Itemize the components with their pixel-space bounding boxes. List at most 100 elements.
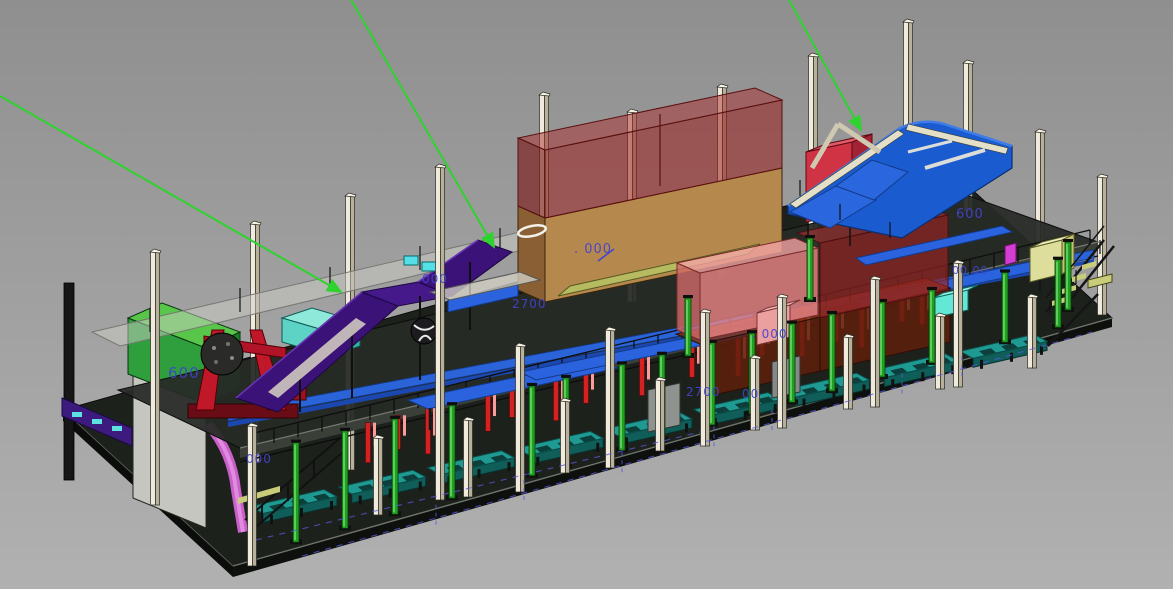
support-column bbox=[469, 420, 473, 497]
conveyor-leg bbox=[389, 489, 392, 498]
conveyor-leg bbox=[536, 457, 539, 466]
conveyor-leg bbox=[270, 515, 273, 524]
dimension-label: 600 bbox=[168, 364, 200, 382]
red-pipe bbox=[366, 423, 371, 463]
red-pipe bbox=[510, 387, 515, 417]
green-pipe bbox=[293, 443, 299, 543]
conveyor-leg bbox=[478, 469, 481, 478]
support-column bbox=[566, 401, 570, 473]
support-column bbox=[561, 401, 566, 473]
support-column bbox=[661, 380, 665, 451]
corner-black-column bbox=[64, 283, 74, 480]
dimension-label: 00 00 bbox=[952, 264, 989, 277]
red-pipe bbox=[640, 356, 645, 396]
conveyor-leg bbox=[419, 482, 422, 491]
pipe-flange bbox=[340, 428, 350, 431]
pipe-flange bbox=[617, 361, 627, 364]
pipe-flange bbox=[657, 352, 667, 355]
conveyor-leg bbox=[891, 379, 894, 388]
support-column bbox=[778, 297, 783, 428]
green-pipe bbox=[1055, 260, 1061, 328]
green-pipe bbox=[392, 419, 398, 515]
conveyor-leg bbox=[980, 360, 983, 369]
conveyor-leg bbox=[774, 404, 777, 413]
pipe-flange bbox=[291, 440, 301, 443]
dimension-label: 00 bbox=[742, 387, 759, 401]
conveyor-leg bbox=[359, 496, 362, 505]
support-column bbox=[436, 167, 441, 500]
green-pipe bbox=[709, 343, 715, 425]
conveyor-leg bbox=[685, 423, 688, 432]
support-column bbox=[876, 279, 880, 407]
pipe-flange bbox=[827, 311, 837, 314]
conveyor-leg bbox=[596, 443, 599, 452]
support-column bbox=[936, 316, 941, 389]
dimension-label: 2700 bbox=[686, 385, 721, 399]
conveyor-leg bbox=[508, 462, 511, 471]
support-column bbox=[941, 316, 945, 389]
green-pipe bbox=[619, 364, 625, 450]
green-pipe bbox=[1002, 272, 1008, 342]
green-pipe bbox=[685, 298, 691, 356]
plant-model-scene[interactable]: 600000. 0002700270000. 00060000 00000 bbox=[0, 0, 1173, 589]
conveyor-leg bbox=[921, 372, 924, 381]
conveyor-leg bbox=[863, 385, 866, 394]
green-pipe bbox=[789, 324, 795, 403]
dimension-label: 2700 bbox=[512, 297, 547, 311]
pipe-flange bbox=[683, 295, 693, 298]
conveyor-leg bbox=[1040, 346, 1043, 355]
conveyor-leg bbox=[1010, 353, 1013, 362]
pipe-flange bbox=[390, 416, 400, 419]
support-column bbox=[656, 380, 661, 451]
support-column bbox=[516, 346, 521, 492]
support-column bbox=[706, 312, 710, 446]
red-pipe-highlight bbox=[403, 415, 406, 435]
dimension-label: 000 bbox=[422, 272, 448, 286]
red-pipe bbox=[554, 377, 559, 421]
magenta-panel bbox=[1005, 243, 1016, 265]
pipe-flange bbox=[1000, 269, 1010, 272]
green-pipe bbox=[449, 405, 455, 498]
support-column bbox=[156, 252, 160, 505]
dimension-label: 000 bbox=[246, 452, 272, 466]
support-column bbox=[253, 426, 257, 566]
pipe-flange bbox=[787, 321, 797, 324]
conveyor-leg bbox=[625, 437, 628, 446]
green-pipe bbox=[879, 302, 885, 377]
dimension-label: . 000 bbox=[752, 327, 788, 341]
conveyor-leg bbox=[300, 508, 303, 517]
support-column bbox=[701, 312, 706, 446]
cad-3d-viewport[interactable]: 600000. 0002700270000. 00060000 00000 bbox=[0, 0, 1173, 589]
red-pipe-highlight bbox=[493, 393, 496, 416]
green-pipe bbox=[807, 238, 813, 300]
green-pipe bbox=[529, 386, 535, 476]
conveyor-leg bbox=[803, 399, 806, 408]
support-column bbox=[464, 420, 469, 497]
pipe-flange bbox=[805, 235, 815, 238]
support-column bbox=[871, 279, 876, 407]
green-pipe bbox=[1065, 242, 1071, 310]
support-column bbox=[151, 252, 156, 505]
dimension-label: 600 bbox=[956, 207, 984, 222]
pipe-flange bbox=[561, 375, 571, 378]
support-column bbox=[606, 330, 611, 468]
pipe-flange bbox=[1063, 239, 1073, 242]
support-column bbox=[521, 346, 525, 492]
red-pipe bbox=[486, 393, 491, 431]
support-column bbox=[954, 263, 959, 387]
support-column bbox=[248, 426, 253, 566]
green-pipe bbox=[929, 290, 935, 363]
conveyor-leg bbox=[330, 501, 333, 510]
support-column bbox=[783, 297, 787, 428]
support-column bbox=[374, 438, 379, 515]
pipe-flange bbox=[927, 287, 937, 290]
support-column bbox=[379, 438, 383, 515]
green-pipe bbox=[829, 314, 835, 391]
green-pipe bbox=[342, 431, 348, 529]
support-column bbox=[844, 337, 849, 409]
support-column bbox=[1033, 297, 1037, 368]
pipe-flange bbox=[527, 383, 537, 386]
pipe-flange bbox=[1053, 257, 1063, 260]
pipe-flange bbox=[447, 402, 457, 405]
red-pipe-highlight bbox=[647, 356, 650, 380]
